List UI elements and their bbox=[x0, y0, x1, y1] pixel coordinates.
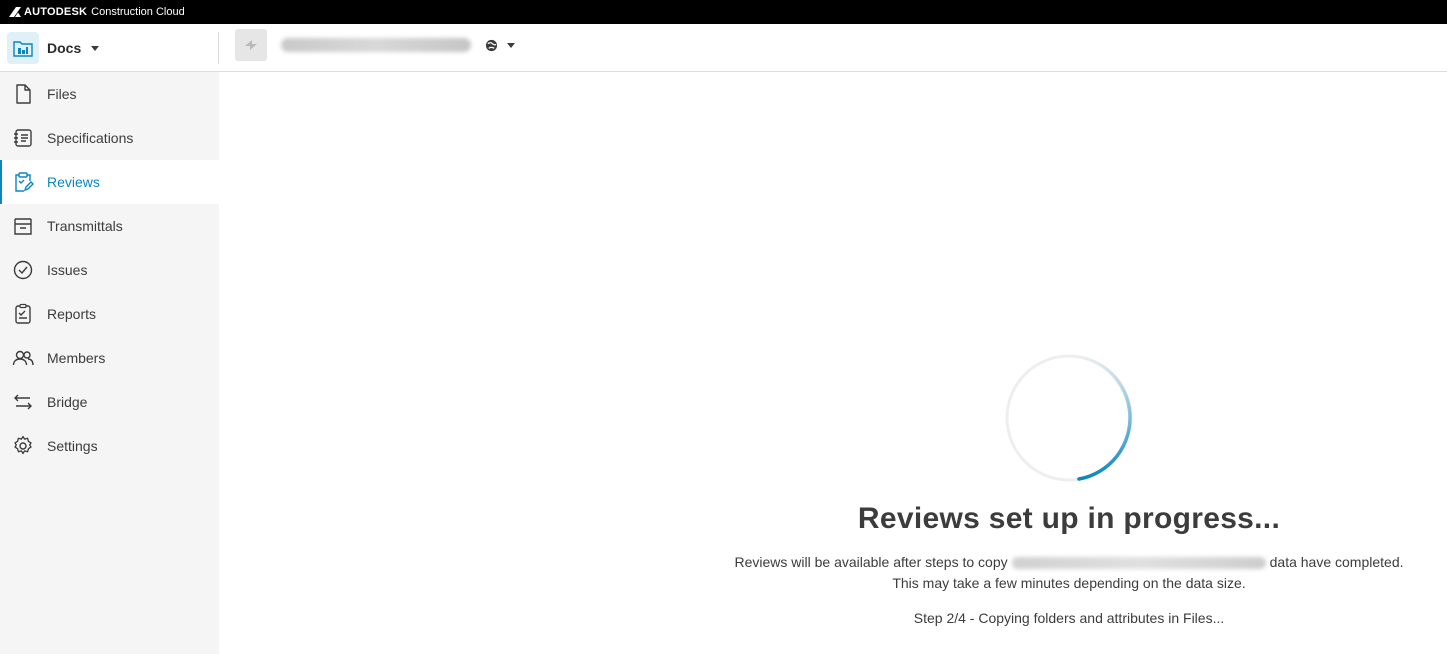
sidebar: Files Specifications Reviews Transmittal… bbox=[0, 72, 219, 654]
sidebar-item-label: Reviews bbox=[47, 174, 100, 190]
sidebar-item-members[interactable]: Members bbox=[0, 336, 219, 380]
issues-icon bbox=[12, 259, 34, 281]
header-divider bbox=[218, 32, 219, 64]
sidebar-item-label: Members bbox=[47, 350, 106, 366]
sidebar-item-label: Issues bbox=[47, 262, 88, 278]
brand-name: AUTODESK bbox=[24, 6, 88, 18]
bridge-icon bbox=[12, 391, 34, 413]
transmittals-icon bbox=[12, 215, 34, 237]
sidebar-item-transmittals[interactable]: Transmittals bbox=[0, 204, 219, 248]
sidebar-item-label: Reports bbox=[47, 306, 97, 322]
sidebar-item-label: Settings bbox=[47, 438, 98, 454]
specifications-icon bbox=[12, 127, 34, 149]
loading-step: Step 2/4 - Copying folders and attribute… bbox=[913, 610, 1225, 626]
sidebar-item-issues[interactable]: Issues bbox=[0, 248, 219, 292]
sidebar-item-label: Bridge bbox=[47, 394, 88, 410]
reviews-icon bbox=[12, 171, 34, 193]
project-name-redacted bbox=[281, 38, 471, 52]
reports-icon bbox=[12, 303, 34, 325]
loading-desc-suffix: data have completed. bbox=[1269, 554, 1404, 570]
brand-product: Construction Cloud bbox=[91, 6, 185, 18]
chevron-down-icon bbox=[507, 42, 515, 48]
gear-icon bbox=[12, 435, 34, 457]
globe-icon bbox=[485, 39, 498, 51]
sidebar-item-label: Files bbox=[47, 86, 77, 102]
autodesk-logo-icon bbox=[9, 7, 21, 17]
project-switcher[interactable] bbox=[235, 29, 515, 61]
sidebar-item-settings[interactable]: Settings bbox=[0, 424, 219, 468]
sidebar-item-specifications[interactable]: Specifications bbox=[0, 116, 219, 160]
main-content: Reviews set up in progress... Reviews wi… bbox=[219, 72, 1447, 654]
loading-spinner-icon bbox=[1005, 354, 1133, 482]
brand-bar: AUTODESK Construction Cloud bbox=[0, 0, 1447, 24]
sidebar-item-reports[interactable]: Reports bbox=[0, 292, 219, 336]
sidebar-item-label: Specifications bbox=[47, 130, 134, 146]
app-header: Docs bbox=[0, 24, 1447, 72]
docs-folder-icon bbox=[7, 32, 39, 64]
loading-desc-prefix: Reviews will be available after steps to… bbox=[734, 554, 1008, 570]
loading-desc-line2: This may take a few minutes depending on… bbox=[892, 575, 1246, 591]
sidebar-item-label: Transmittals bbox=[47, 218, 123, 234]
project-thumbnail-icon bbox=[235, 29, 267, 61]
sidebar-item-bridge[interactable]: Bridge bbox=[0, 380, 219, 424]
chevron-down-icon bbox=[91, 45, 100, 51]
sidebar-item-reviews[interactable]: Reviews bbox=[0, 160, 219, 204]
module-switcher[interactable]: Docs bbox=[7, 31, 100, 65]
members-icon bbox=[12, 347, 34, 369]
file-icon bbox=[12, 83, 34, 105]
folder-name-redacted bbox=[1011, 557, 1266, 570]
loading-title: Reviews set up in progress... bbox=[857, 502, 1281, 535]
module-label: Docs bbox=[47, 40, 82, 56]
sidebar-item-files[interactable]: Files bbox=[0, 72, 219, 116]
loading-description: Reviews will be available after steps to… bbox=[719, 552, 1419, 594]
